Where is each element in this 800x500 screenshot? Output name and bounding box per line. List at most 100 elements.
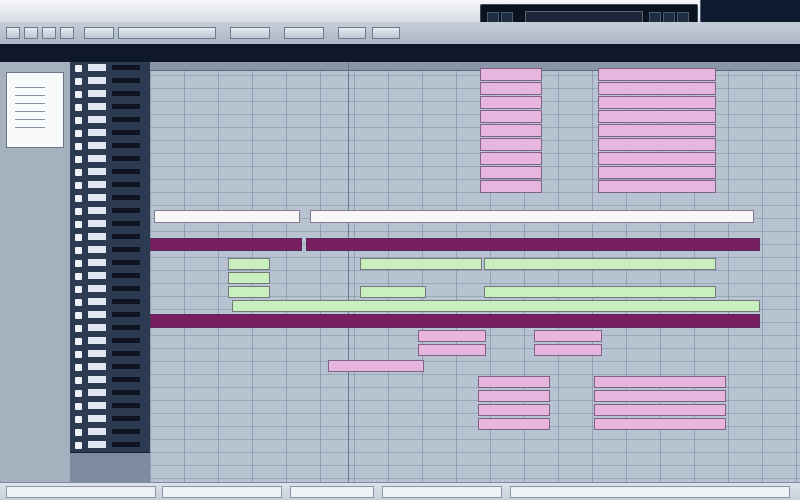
status-item-3[interactable] <box>290 486 374 498</box>
arrange-window[interactable] <box>150 62 800 482</box>
event-block[interactable] <box>480 68 542 81</box>
track-row[interactable] <box>70 218 150 232</box>
event-block[interactable] <box>594 404 726 416</box>
event-block[interactable] <box>484 258 716 270</box>
track-row[interactable] <box>70 153 150 167</box>
track-row[interactable] <box>70 127 150 141</box>
event-block[interactable] <box>484 286 716 298</box>
toolbar-button-9[interactable] <box>338 27 366 39</box>
event-block[interactable] <box>478 404 550 416</box>
event-block[interactable] <box>594 376 726 388</box>
track-meter <box>112 442 140 447</box>
track-row[interactable] <box>70 361 150 375</box>
track-meter <box>112 273 140 278</box>
track-row[interactable] <box>70 270 150 284</box>
track-row[interactable] <box>70 296 150 310</box>
track-row[interactable] <box>70 257 150 271</box>
track-name <box>88 220 106 227</box>
event-block[interactable] <box>306 238 760 251</box>
event-block[interactable] <box>594 418 726 430</box>
track-name <box>88 207 106 214</box>
event-block[interactable] <box>480 96 542 109</box>
track-row[interactable] <box>70 114 150 128</box>
track-row[interactable] <box>70 101 150 115</box>
toolbar-button-7[interactable] <box>230 27 270 39</box>
event-block[interactable] <box>534 330 602 342</box>
track-row[interactable] <box>70 192 150 206</box>
track-row[interactable] <box>70 387 150 401</box>
status-item-1[interactable] <box>6 486 156 498</box>
toolbar-button-4[interactable] <box>60 27 74 39</box>
event-block[interactable] <box>228 258 270 270</box>
event-block[interactable] <box>598 124 716 137</box>
event-block[interactable] <box>360 258 482 270</box>
track-row[interactable] <box>70 205 150 219</box>
track-row[interactable] <box>70 374 150 388</box>
event-block[interactable] <box>478 390 550 402</box>
event-block[interactable] <box>418 330 486 342</box>
event-block[interactable] <box>310 210 754 223</box>
event-block[interactable] <box>360 286 426 298</box>
event-block[interactable] <box>598 166 716 179</box>
status-item-2[interactable] <box>162 486 282 498</box>
event-block[interactable] <box>480 166 542 179</box>
track-row[interactable] <box>70 231 150 245</box>
event-block[interactable] <box>150 238 302 251</box>
toolbar-dropdown[interactable] <box>118 27 216 39</box>
track-name <box>88 181 106 188</box>
event-block[interactable] <box>232 300 760 312</box>
event-block[interactable] <box>480 82 542 95</box>
track-row[interactable] <box>70 244 150 258</box>
event-block[interactable] <box>328 360 424 372</box>
status-item-4[interactable] <box>382 486 502 498</box>
track-row[interactable] <box>70 62 150 76</box>
track-icon <box>75 182 82 189</box>
toolbar-button-2[interactable] <box>24 27 38 39</box>
event-block[interactable] <box>480 152 542 165</box>
track-row[interactable] <box>70 348 150 362</box>
track-icon <box>75 208 82 215</box>
track-row[interactable] <box>70 166 150 180</box>
event-block[interactable] <box>480 180 542 193</box>
event-block[interactable] <box>598 110 716 123</box>
event-block[interactable] <box>480 124 542 137</box>
track-row[interactable] <box>70 322 150 336</box>
event-block[interactable] <box>478 376 550 388</box>
track-row[interactable] <box>70 88 150 102</box>
toolbar-button-8[interactable] <box>284 27 324 39</box>
event-block[interactable] <box>598 138 716 151</box>
event-block[interactable] <box>228 286 270 298</box>
toolbar-button-5[interactable] <box>84 27 114 39</box>
event-block[interactable] <box>534 344 602 356</box>
event-block[interactable] <box>598 96 716 109</box>
event-block[interactable] <box>480 138 542 151</box>
track-row[interactable] <box>70 335 150 349</box>
track-row[interactable] <box>70 283 150 297</box>
track-row[interactable] <box>70 439 150 453</box>
toolbar-button-1[interactable] <box>6 27 20 39</box>
event-block[interactable] <box>598 68 716 81</box>
track-row[interactable] <box>70 309 150 323</box>
event-block[interactable] <box>478 418 550 430</box>
event-block[interactable] <box>228 272 270 284</box>
event-block[interactable] <box>150 314 760 328</box>
event-block[interactable] <box>594 390 726 402</box>
status-item-5[interactable] <box>510 486 790 498</box>
track-row[interactable] <box>70 75 150 89</box>
track-row[interactable] <box>70 400 150 414</box>
event-block[interactable] <box>598 180 716 193</box>
event-block[interactable] <box>598 82 716 95</box>
track-icon <box>75 91 82 98</box>
event-block[interactable] <box>418 344 486 356</box>
toolbar-button-10[interactable] <box>372 27 400 39</box>
track-row[interactable] <box>70 413 150 427</box>
track-row[interactable] <box>70 140 150 154</box>
track-row[interactable] <box>70 179 150 193</box>
track-row[interactable] <box>70 426 150 440</box>
toolbar-button-3[interactable] <box>42 27 56 39</box>
track-icon <box>75 403 82 410</box>
event-block[interactable] <box>154 210 300 223</box>
event-block[interactable] <box>480 110 542 123</box>
track-name <box>88 77 106 84</box>
event-block[interactable] <box>598 152 716 165</box>
